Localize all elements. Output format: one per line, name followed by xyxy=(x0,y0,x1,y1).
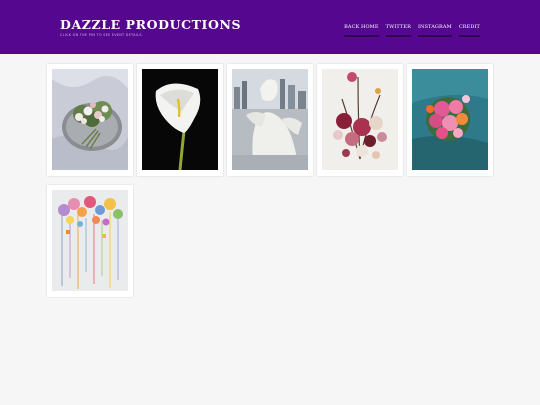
pin-card[interactable] xyxy=(227,64,313,176)
bouquet-on-silver-tray-photo[interactable] xyxy=(52,69,128,170)
main-nav: BACK HOME TWITTER INSTAGRAM CREDIT xyxy=(344,24,480,37)
white-sculpture-city-photo[interactable] xyxy=(232,69,308,170)
site-title[interactable]: DAZZLE PRODUCTIONS xyxy=(60,17,241,32)
pink-rose-bouquet-photo[interactable] xyxy=(412,69,488,170)
site-header: DAZZLE PRODUCTIONS CLICK ON THE PIN TO S… xyxy=(0,0,540,54)
dripping-flowers-painting[interactable] xyxy=(52,190,128,291)
nav-instagram-link[interactable]: INSTAGRAM xyxy=(417,24,452,37)
pin-card[interactable] xyxy=(317,64,403,176)
pin-card[interactable] xyxy=(47,185,133,297)
nav-back-home-link[interactable]: BACK HOME xyxy=(344,24,379,37)
pin-card[interactable] xyxy=(137,64,223,176)
floral-arrangement-photo[interactable] xyxy=(322,69,398,170)
nav-twitter-link[interactable]: TWITTER xyxy=(385,24,411,37)
pin-card[interactable] xyxy=(47,64,133,176)
calla-lily-photo[interactable] xyxy=(142,69,218,170)
site-tagline: CLICK ON THE PIN TO SEE EVENT DETAILS. xyxy=(60,33,144,37)
nav-credit-link[interactable]: CREDIT xyxy=(458,24,480,37)
pin-card[interactable] xyxy=(407,64,493,176)
